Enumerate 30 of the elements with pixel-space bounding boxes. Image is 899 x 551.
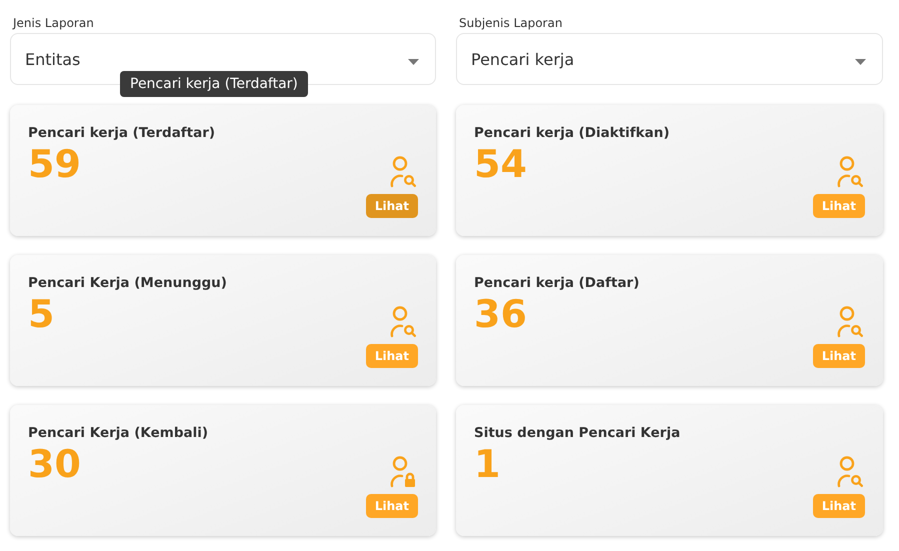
view-button[interactable]: Lihat <box>812 194 865 218</box>
view-button[interactable]: Lihat <box>366 344 418 368</box>
card-title: Pencari Kerja (Menunggu) <box>28 275 227 291</box>
count-value: 36 <box>474 293 528 335</box>
count-value: 5 <box>28 293 56 335</box>
view-button[interactable]: Lihat <box>812 344 865 368</box>
card-title: Pencari kerja (Terdaftar) <box>28 125 216 141</box>
caret-icon <box>855 59 866 65</box>
dropdown[interactable]: Pencari kerja <box>456 33 883 85</box>
field-label: Jenis Laporan <box>13 15 95 32</box>
view-button[interactable]: Lihat <box>366 194 418 218</box>
user-search-icon <box>837 456 863 488</box>
user-lock-icon <box>390 456 416 488</box>
count-value: 54 <box>474 143 528 185</box>
count-value: 1 <box>474 443 502 485</box>
tooltip: Pencari kerja (Terdaftar) <box>120 71 308 97</box>
count-value: 59 <box>28 143 82 185</box>
caret-icon <box>408 59 419 65</box>
user-search-icon <box>837 156 863 188</box>
card-title: Pencari kerja (Diaktifkan) <box>474 125 670 141</box>
card-title: Pencari kerja (Daftar) <box>474 275 640 291</box>
user-search-icon <box>837 306 863 338</box>
view-button[interactable]: Lihat <box>812 494 865 518</box>
count-value: 30 <box>28 443 82 485</box>
user-search-icon <box>390 156 416 188</box>
card-title: Pencari Kerja (Kembali) <box>28 425 208 441</box>
user-search-icon <box>390 306 416 338</box>
view-button[interactable]: Lihat <box>366 494 418 518</box>
field-label: Subjenis Laporan <box>459 15 564 32</box>
card-title: Situs dengan Pencari Kerja <box>474 425 680 441</box>
